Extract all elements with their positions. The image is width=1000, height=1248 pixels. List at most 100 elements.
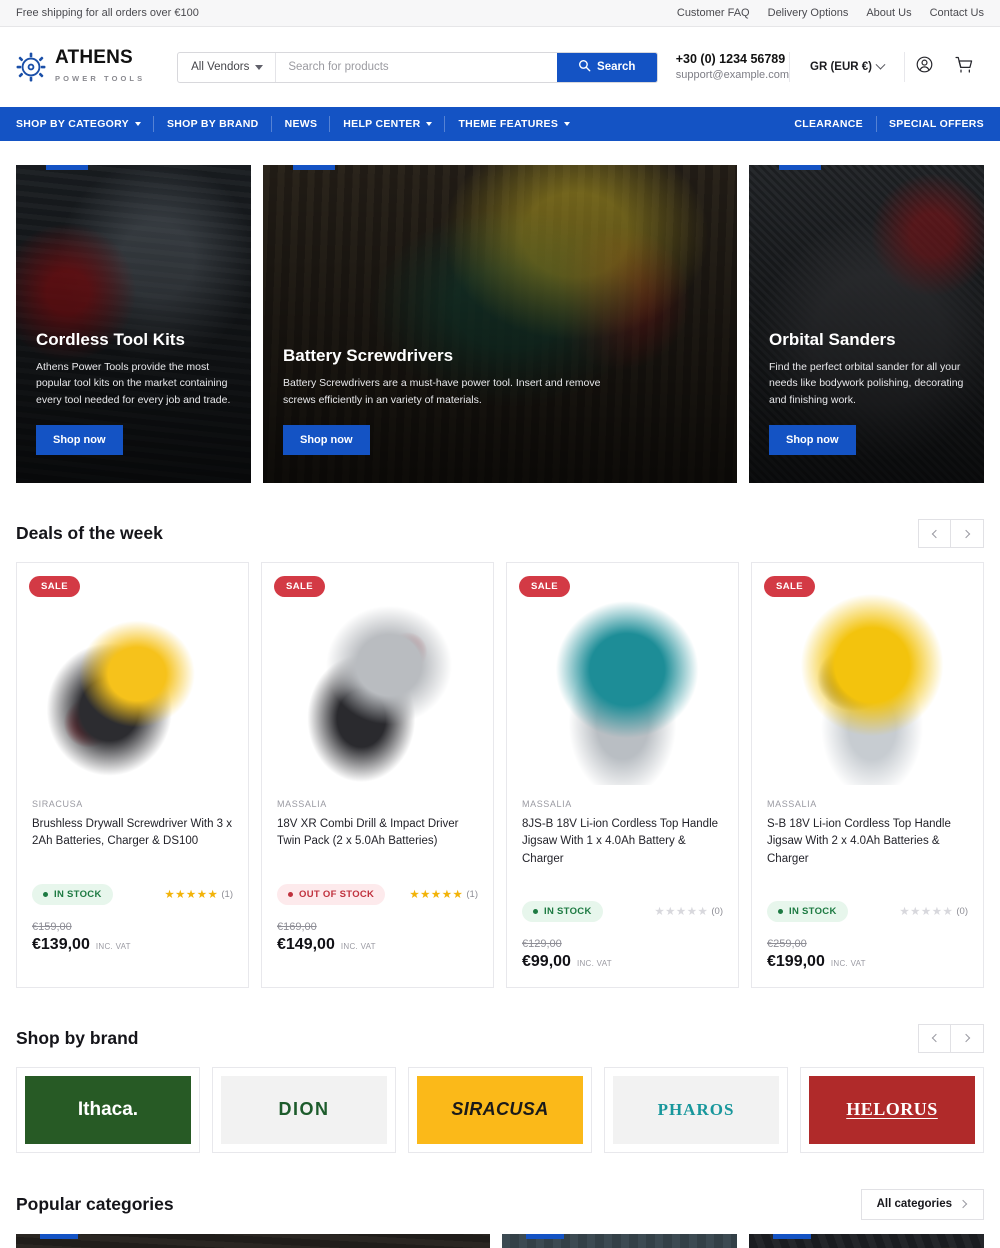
vendor-dropdown[interactable]: All Vendors — [178, 52, 277, 82]
hero-description: Battery Screwdrivers are a must-have pow… — [283, 377, 601, 406]
all-categories-button[interactable]: All categories — [860, 1188, 984, 1220]
nav-item-shop-by-brand[interactable]: SHOP BY BRAND — [154, 107, 272, 141]
brand-logo: SIRACUSA — [417, 1075, 583, 1144]
product-name[interactable]: 8JS-B 18V Li-ion Cordless Top Handle Jig… — [522, 816, 723, 868]
rating-stars: ★★★★★ — [654, 906, 709, 919]
search-input[interactable] — [276, 52, 557, 82]
logo-text: ATHENS POWER TOOLS — [55, 48, 171, 86]
product-info: MASSALIA 8JS-B 18V Li-ion Cordless Top H… — [507, 785, 738, 987]
category-card[interactable] — [501, 1233, 737, 1248]
brands-prev-button[interactable] — [918, 1023, 951, 1053]
product-price-row: €199,00 INC. VAT — [767, 953, 968, 971]
product-vat-note: INC. VAT — [95, 941, 131, 951]
nav-label: SHOP BY CATEGORY — [16, 118, 129, 130]
currency-selector[interactable]: GR (EUR €) — [789, 52, 905, 82]
hero-card-orbital-sanders[interactable]: Orbital Sanders Find the perfect orbital… — [749, 165, 984, 483]
hero-description: Find the perfect orbital sander for all … — [769, 361, 964, 406]
nav-right-group: CLEARANCE SPECIAL OFFERS — [781, 107, 984, 141]
nav-item-news[interactable]: NEWS — [272, 107, 331, 141]
product-card[interactable]: SALE MASSALIA S-B 18V Li-ion Cordless To… — [751, 562, 984, 988]
product-rating[interactable]: ★★★★★ (1) — [409, 887, 478, 902]
nav-label: SPECIAL OFFERS — [888, 118, 984, 130]
search-button-label: Search — [597, 61, 636, 73]
all-categories-label: All categories — [876, 1198, 952, 1211]
utility-link-contact-us[interactable]: Contact Us — [930, 7, 984, 19]
main-navigation: SHOP BY CATEGORY SHOP BY BRAND NEWS HELP… — [0, 107, 1000, 141]
search-icon — [578, 59, 591, 75]
sale-badge: SALE — [29, 576, 80, 597]
utility-link-about-us[interactable]: About Us — [866, 7, 911, 19]
contact-phone[interactable]: +30 (0) 1234 56789 — [676, 51, 789, 68]
nav-item-shop-by-category[interactable]: SHOP BY CATEGORY — [16, 107, 154, 141]
nav-item-special-offers[interactable]: SPECIAL OFFERS — [875, 107, 984, 141]
chevron-down-icon — [255, 64, 264, 70]
account-button[interactable] — [905, 55, 944, 79]
brands-next-button[interactable] — [951, 1023, 984, 1053]
search-button[interactable]: Search — [556, 52, 657, 82]
stock-label: IN STOCK — [54, 888, 102, 900]
category-card[interactable] — [748, 1233, 984, 1248]
brand-grid: Ithaca. DION SIRACUSA PHAROS HELORUS — [16, 1066, 984, 1153]
product-name[interactable]: S-B 18V Li-ion Cordless Top Handle Jigsa… — [767, 816, 968, 868]
utility-link-customer-faq[interactable]: Customer FAQ — [677, 7, 750, 19]
product-info: MASSALIA 18V XR Combi Drill & Impact Dri… — [262, 785, 493, 970]
product-rating[interactable]: ★★★★★ (0) — [899, 904, 968, 919]
brand-card-dion[interactable]: DION — [212, 1066, 396, 1153]
nav-item-clearance[interactable]: CLEARANCE — [781, 107, 876, 141]
product-name[interactable]: 18V XR Combi Drill & Impact Driver Twin … — [277, 816, 478, 851]
deals-carousel-controls — [918, 519, 984, 548]
chevron-left-icon — [931, 529, 940, 538]
brand-logo: DION — [221, 1075, 387, 1144]
hero-banners: Cordless Tool Kits Athens Power Tools pr… — [16, 165, 984, 483]
product-rating[interactable]: ★★★★★ (1) — [164, 887, 233, 902]
utility-link-delivery-options[interactable]: Delivery Options — [768, 7, 849, 19]
user-account-icon — [915, 55, 934, 79]
brand-card-pharos[interactable]: PHAROS — [604, 1066, 788, 1153]
contact-email[interactable]: support@example.com — [676, 68, 789, 83]
hero-content: Orbital Sanders Find the perfect orbital… — [749, 330, 984, 483]
rating-count: (0) — [956, 905, 968, 917]
cart-button[interactable] — [944, 55, 984, 80]
product-vendor: MASSALIA — [767, 799, 817, 809]
product-name[interactable]: Brushless Drywall Screwdriver With 3 x 2… — [32, 816, 233, 851]
nav-left-group: SHOP BY CATEGORY SHOP BY BRAND NEWS HELP… — [16, 107, 583, 141]
product-vat-note: INC. VAT — [830, 958, 866, 968]
nav-item-help-center[interactable]: HELP CENTER — [330, 107, 446, 141]
product-card[interactable]: SALE MASSALIA 18V XR Combi Drill & Impac… — [261, 562, 494, 988]
hero-shop-now-button[interactable]: Shop now — [283, 425, 370, 455]
product-vat-note: INC. VAT — [340, 941, 376, 951]
logo-name: ATHENS — [55, 47, 133, 68]
brands-carousel-controls — [918, 1023, 984, 1053]
nav-item-theme-features[interactable]: THEME FEATURES — [445, 107, 583, 141]
hero-card-battery-screwdrivers[interactable]: Battery Screwdrivers Battery Screwdriver… — [263, 165, 737, 483]
categories-title: Popular categories — [16, 1193, 174, 1214]
product-card[interactable]: SALE SIRACUSA Brushless Drywall Screwdri… — [16, 562, 249, 988]
sale-badge: SALE — [519, 576, 570, 597]
product-card[interactable]: SALE MASSALIA 8JS-B 18V Li-ion Cordless … — [506, 562, 739, 988]
product-price: €149,00 — [277, 935, 335, 953]
hero-shop-now-button[interactable]: Shop now — [36, 425, 123, 455]
deals-next-button[interactable] — [951, 519, 984, 548]
product-vendor: SIRACUSA — [32, 799, 83, 809]
chevron-right-icon — [961, 529, 971, 538]
product-old-price: €159,00 — [32, 920, 72, 933]
brand-card-siracusa[interactable]: SIRACUSA — [408, 1066, 592, 1153]
deals-prev-button[interactable] — [918, 519, 951, 548]
deals-title: Deals of the week — [16, 523, 163, 543]
product-price-row: €99,00 INC. VAT — [522, 953, 723, 971]
hero-card-cordless-tool-kits[interactable]: Cordless Tool Kits Athens Power Tools pr… — [16, 165, 251, 483]
site-header: ATHENS POWER TOOLS All Vendors Search fo… — [0, 27, 1000, 107]
currency-label: GR (EUR €) — [810, 61, 872, 73]
product-rating[interactable]: ★★★★★ (0) — [654, 904, 723, 919]
brand-card-ithaca[interactable]: Ithaca. — [16, 1066, 200, 1153]
product-price-row: €149,00 INC. VAT — [277, 936, 478, 954]
status-dot-icon — [533, 908, 538, 914]
hero-accent-tab — [46, 165, 88, 170]
rating-count: (1) — [466, 888, 478, 900]
category-card[interactable] — [16, 1233, 490, 1248]
nav-label: NEWS — [284, 118, 318, 130]
hero-shop-now-button[interactable]: Shop now — [769, 425, 856, 455]
brand-card-helorus[interactable]: HELORUS — [800, 1066, 984, 1153]
rating-stars: ★★★★★ — [164, 889, 219, 901]
site-logo[interactable]: ATHENS POWER TOOLS — [16, 48, 171, 86]
